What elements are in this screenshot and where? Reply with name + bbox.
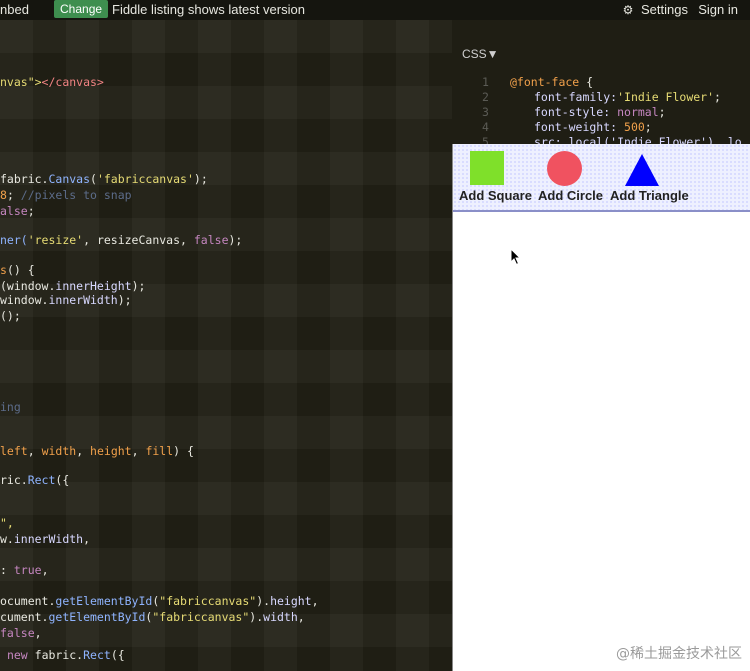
css-tab[interactable]: CSS▼	[462, 47, 499, 61]
code-line: ing	[0, 400, 21, 414]
code-line: cument.getElementById("fabriccanvas").wi…	[0, 610, 305, 624]
shape-toolbar: Add Square Add Circle Add Triangle	[453, 144, 750, 212]
sliders-icon: ⚙	[622, 3, 634, 17]
result-preview[interactable]: Add Square Add Circle Add Triangle	[452, 144, 750, 671]
code-line: (window.innerHeight);	[0, 279, 146, 293]
triangle-shape[interactable]	[625, 154, 659, 186]
code-line: ocument.getElementById("fabriccanvas").h…	[0, 594, 319, 608]
add-triangle-label: Add Triangle	[610, 188, 689, 203]
code-line: 8; //pixels to snap	[0, 188, 132, 202]
css-code-line: @font-face {	[510, 75, 594, 89]
status-message: Fiddle listing shows latest version	[112, 2, 305, 17]
code-line: left, width, height, fill) {	[0, 444, 194, 458]
code-line: window.innerWidth);	[0, 293, 132, 307]
code-line: ",	[0, 516, 14, 530]
line-number: 1	[482, 75, 489, 89]
css-editor[interactable]: CSS▼ 1 @font-face { 2 font-family:'Indie Fl…	[452, 20, 750, 149]
code-line: false,	[0, 626, 42, 640]
change-button[interactable]: Change	[54, 0, 109, 18]
css-code-line: font-style: normal;	[534, 105, 666, 119]
css-code-line: font-weight: 500;	[534, 120, 652, 134]
code-line: nvas"></canvas>	[0, 75, 104, 89]
code-line: ();	[0, 309, 21, 323]
code-line: : true,	[0, 563, 49, 577]
js-editor[interactable]: nvas"></canvas> fabric.Canvas('fabriccanv…	[0, 20, 452, 671]
settings-button[interactable]: ⚙ Settings	[623, 2, 688, 17]
code-line: ric.Rect({	[0, 473, 70, 487]
code-line: ner('resize', resizeCanvas, false);	[0, 233, 243, 247]
code-line: new fabric.Rect({	[6, 648, 125, 662]
settings-label: Settings	[641, 2, 688, 17]
code-line: s() {	[0, 263, 35, 277]
add-square-label: Add Square	[459, 188, 532, 203]
top-bar: nbed Change Fiddle listing shows latest …	[0, 0, 750, 20]
signin-link[interactable]: Sign in	[698, 2, 738, 17]
code-line: w.innerWidth,	[0, 532, 91, 546]
line-number: 3	[482, 105, 489, 119]
embed-label[interactable]: nbed	[0, 2, 29, 17]
code-line: alse;	[0, 204, 35, 218]
add-circle-label: Add Circle	[538, 188, 604, 203]
line-number: 2	[482, 90, 489, 104]
line-number: 4	[482, 120, 489, 134]
watermark: @稀土掘金技术社区	[616, 646, 742, 662]
code-line: fabric.Canvas('fabriccanvas');	[0, 172, 208, 186]
circle-shape[interactable]	[547, 151, 582, 186]
mouse-cursor-icon	[510, 248, 522, 266]
square-shape[interactable]	[470, 151, 504, 185]
fabric-canvas[interactable]	[453, 212, 750, 671]
css-code-line: font-family:'Indie Flower';	[534, 90, 721, 104]
